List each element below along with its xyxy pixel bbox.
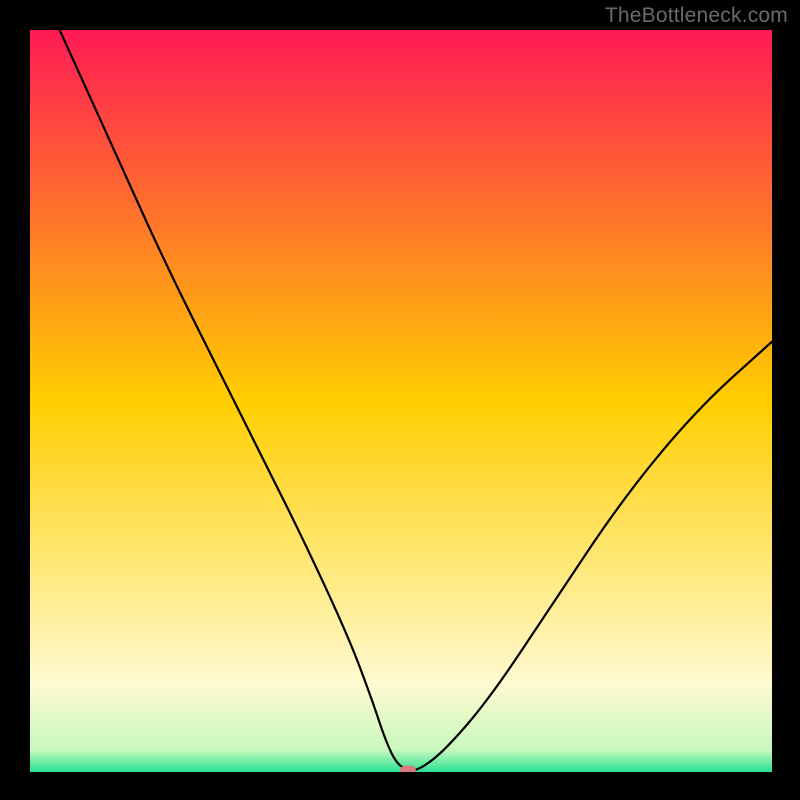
plot-area <box>30 30 772 772</box>
chart-svg <box>30 30 772 772</box>
bottleneck-marker <box>400 765 416 772</box>
watermark-text: TheBottleneck.com <box>605 4 788 28</box>
chart-frame: TheBottleneck.com <box>0 0 800 800</box>
